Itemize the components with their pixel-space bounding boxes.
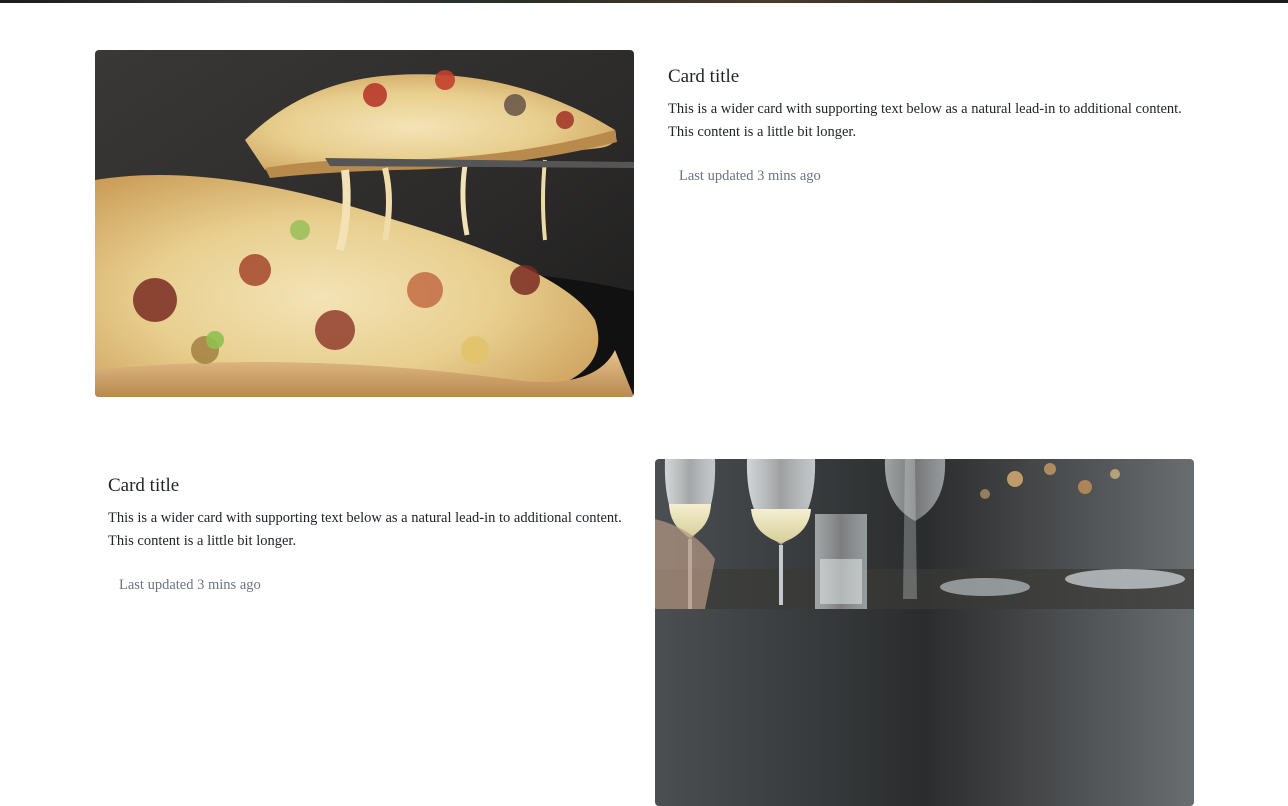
card-meta-text: Last updated 3 mins ago (119, 577, 261, 593)
restaurant-image (655, 459, 1194, 806)
top-image-edge (0, 0, 1288, 3)
card-1: Card title This is a wider card with sup… (95, 50, 1194, 397)
card-text: This is a wider card with supporting tex… (668, 101, 1182, 140)
card-text: This is a wider card with supporting tex… (108, 510, 622, 549)
card-2: Card title This is a wider card with sup… (95, 459, 1194, 806)
pizza-illustration (95, 50, 634, 397)
card-title: Card title (108, 475, 180, 496)
pizza-image (95, 50, 634, 397)
card-title: Card title (668, 66, 740, 87)
card-body: Card title This is a wider card with sup… (668, 50, 1188, 186)
restaurant-table-illustration (655, 459, 1194, 806)
card-meta-text: Last updated 3 mins ago (679, 168, 821, 184)
card-body: Card title This is a wider card with sup… (108, 459, 628, 595)
